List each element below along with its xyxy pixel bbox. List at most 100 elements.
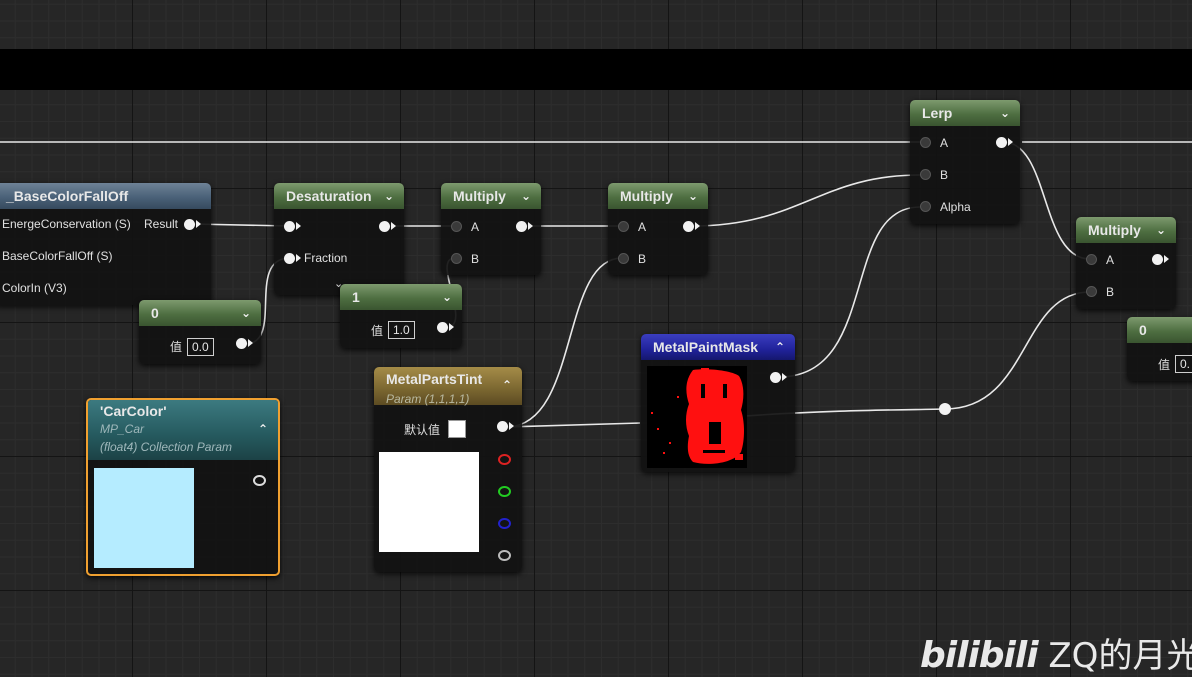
pin-a[interactable] [451,221,462,232]
chevron-down-icon[interactable]: ⌄ [241,300,251,326]
pin-a[interactable] [1086,254,1097,265]
chevron-down-icon[interactable]: ⌄ [521,183,531,209]
pin-a-label: A [1106,253,1115,267]
output-rgba-pin[interactable] [497,421,508,432]
pin-result-label: Result [144,217,179,231]
pin-b[interactable] [451,253,462,264]
pin-a[interactable] [920,137,931,148]
constant-node-0b[interactable]: 0 值 0. [1127,317,1192,381]
pin-a[interactable] [618,221,629,232]
node-header[interactable]: Multiply ⌄ [608,183,708,209]
pin-b-label: B [940,168,949,182]
pin-alpha[interactable] [920,201,931,212]
node-header[interactable]: 0 [1127,317,1192,343]
node-subtitle-collection: MP_Car [100,422,145,436]
multiply-node-1[interactable]: Multiply ⌄ A B [441,183,541,275]
red-channel-pin[interactable] [498,454,511,465]
wire-tint-mask [505,422,641,428]
value-field[interactable]: 1.0 [388,321,415,339]
output-arrow-icon [196,220,201,228]
chevron-down-icon[interactable]: ⌄ [1156,217,1166,243]
metal-parts-tint-node[interactable]: MetalPartsTint Param (1,1,1,1) ⌃ 默认值 [374,367,522,572]
constant-node-0[interactable]: 0 ⌄ 值 0.0 [139,300,261,364]
chevron-down-icon[interactable]: ⌄ [442,284,452,310]
node-header[interactable]: 0 ⌄ [139,300,261,326]
node-subtitle-type: (float4) Collection Param [100,440,233,454]
value-field[interactable]: 0.0 [187,338,214,356]
node-title: 0 [1139,322,1147,338]
output-pin[interactable] [996,137,1007,148]
value-field[interactable]: 0. [1175,355,1192,373]
pin-b[interactable] [618,253,629,264]
pin-color-in: ColorIn (V3) [2,281,67,295]
chevron-up-icon[interactable]: ⌃ [775,334,785,360]
output-pin[interactable] [236,338,247,349]
node-header[interactable]: MetalPartsTint Param (1,1,1,1) ⌃ [374,367,522,406]
output-arrow-icon [449,323,454,331]
value-label: 值 [371,324,384,338]
node-title: 1 [352,289,360,305]
output-arrow-icon [528,222,533,230]
pin-energe-conservation: EnergeConservation (S) [2,217,131,231]
value-label: 值 [170,340,183,354]
chevron-up-icon[interactable]: ⌃ [258,420,268,438]
input-arrow-icon [296,222,301,230]
fraction-pin[interactable] [284,253,295,264]
basecolor-falloff-node[interactable]: _BaseColorFallOff EnergeConservation (S)… [0,183,211,305]
output-pin[interactable] [184,219,195,230]
pin-b[interactable] [1086,286,1097,297]
input-pin[interactable] [284,221,295,232]
default-color-swatch[interactable] [448,420,466,438]
node-header[interactable]: 'CarColor' MP_Car (float4) Collection Pa… [88,400,278,460]
output-arrow-icon [391,222,396,230]
multiply-node-2[interactable]: Multiply ⌄ A B [608,183,708,275]
pin-basecolor-falloff: BaseColorFallOff (S) [2,249,113,263]
desaturation-node[interactable]: Desaturation ⌄ Fraction ⌄ [274,183,404,295]
node-title: _BaseColorFallOff [6,188,129,204]
node-title: Desaturation [286,188,372,204]
output-pin[interactable] [253,475,266,486]
output-pin[interactable] [683,221,694,232]
node-header[interactable]: _BaseColorFallOff [0,183,211,209]
input-arrow-icon [296,254,301,262]
pin-a-label: A [471,220,480,234]
output-pin[interactable] [770,372,781,383]
chevron-down-icon[interactable]: ⌄ [1000,100,1010,126]
blue-channel-pin[interactable] [498,518,511,529]
wire-mask-alpha [778,206,921,378]
output-arrow-icon [782,373,787,381]
node-header[interactable]: MetalPaintMask ⌃ [641,334,795,360]
node-header[interactable]: Multiply ⌄ [1076,217,1176,243]
node-header[interactable]: Multiply ⌄ [441,183,541,209]
pin-b-label: B [638,252,647,266]
output-arrow-icon [1164,255,1169,263]
chevron-down-icon[interactable]: ⌄ [688,183,698,209]
chevron-down-icon[interactable]: ⌄ [384,183,394,209]
pin-b[interactable] [920,169,931,180]
output-arrow-icon [509,422,514,430]
wire-tint-mul2b [505,257,623,428]
color-preview [94,468,194,568]
lerp-node[interactable]: Lerp ⌄ A B Alpha [910,100,1020,224]
multiply-node-3[interactable]: Multiply ⌄ A B [1076,217,1176,309]
wire-mul2-lerpb [691,174,921,227]
value-label: 值 [1158,358,1171,372]
chevron-up-icon[interactable]: ⌃ [502,375,512,395]
node-title: Lerp [922,105,953,121]
node-header[interactable]: Desaturation ⌄ [274,183,404,209]
metal-paint-mask-node[interactable]: MetalPaintMask ⌃ [641,334,795,472]
green-channel-pin[interactable] [498,486,511,497]
node-title: Multiply [1088,222,1141,238]
constant-node-1[interactable]: 1 ⌄ 值 1.0 [340,284,462,348]
wire-reroute-mul3b [944,291,1091,410]
node-header[interactable]: 1 ⌄ [340,284,462,310]
output-pin[interactable] [516,221,527,232]
output-pin[interactable] [379,221,390,232]
node-title: 0 [151,305,159,321]
car-color-collection-param-node[interactable]: 'CarColor' MP_Car (float4) Collection Pa… [86,398,280,576]
output-pin[interactable] [437,322,448,333]
output-pin[interactable] [1152,254,1163,265]
alpha-channel-pin[interactable] [498,550,511,561]
node-header[interactable]: Lerp ⌄ [910,100,1020,126]
pin-b-label: B [1106,285,1115,299]
